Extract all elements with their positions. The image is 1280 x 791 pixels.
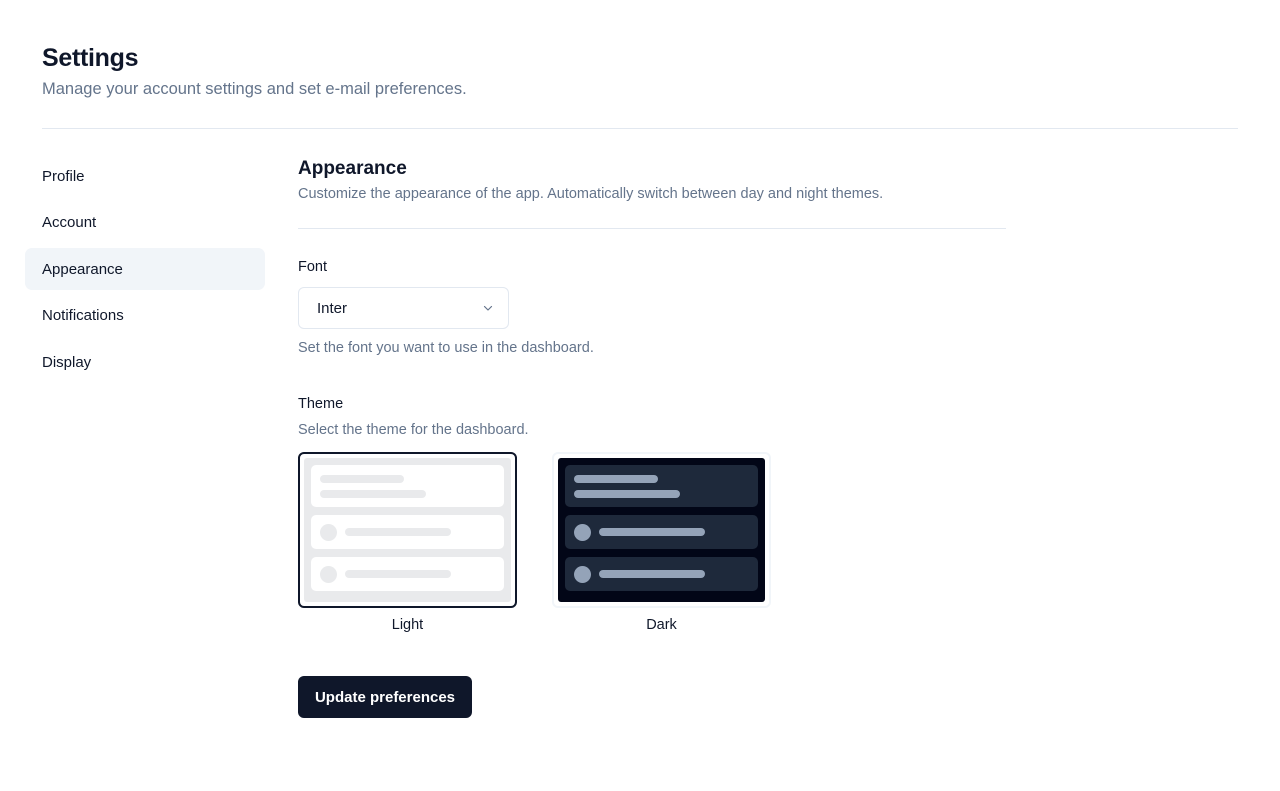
preview-card <box>565 557 758 591</box>
sidebar-item-profile[interactable]: Profile <box>25 155 265 197</box>
light-preview-illustration <box>304 458 511 602</box>
appearance-panel: Appearance Customize the appearance of t… <box>298 158 1006 718</box>
font-select-value: Inter <box>317 299 348 317</box>
preview-card <box>565 515 758 549</box>
theme-help-text: Select the theme for the dashboard. <box>298 422 529 438</box>
theme-option-dark[interactable]: Dark <box>552 452 771 633</box>
theme-option-label: Light <box>391 617 424 633</box>
theme-preview-dark[interactable] <box>552 452 771 608</box>
font-help-text: Set the font you want to use in the dash… <box>298 340 594 356</box>
chevron-down-icon <box>483 305 493 311</box>
sidebar-item-display[interactable]: Display <box>25 341 265 383</box>
section-title: Appearance <box>298 158 407 179</box>
preview-bar <box>599 528 705 536</box>
preview-avatar <box>320 565 337 583</box>
section-description: Customize the appearance of the app. Aut… <box>298 186 884 202</box>
font-select[interactable]: Inter <box>298 287 509 329</box>
preview-bar <box>320 474 404 483</box>
page-subtitle: Manage your account settings and set e-m… <box>42 80 467 98</box>
preview-bar <box>574 489 680 498</box>
preview-card <box>311 515 504 549</box>
preview-avatar <box>574 523 591 541</box>
preview-bar <box>320 489 426 498</box>
preview-bar <box>345 528 451 536</box>
sidebar-item-appearance[interactable]: Appearance <box>25 248 265 290</box>
theme-label: Theme <box>298 396 344 412</box>
theme-option-label: Dark <box>646 617 677 633</box>
header-divider <box>42 128 1238 129</box>
update-preferences-button[interactable]: Update preferences <box>298 676 472 718</box>
theme-preview-light[interactable] <box>298 452 517 608</box>
theme-option-light[interactable]: Light <box>298 452 517 633</box>
preview-avatar <box>574 565 591 583</box>
preview-avatar <box>320 523 337 541</box>
preview-bar <box>599 570 705 578</box>
page-title: Settings <box>42 44 139 72</box>
theme-radio-group: Light Dark <box>298 452 1006 633</box>
preview-card <box>565 465 758 507</box>
sidebar-item-account[interactable]: Account <box>25 202 265 244</box>
settings-sidebar: Profile Account Appearance Notifications… <box>25 155 265 388</box>
sidebar-item-notifications[interactable]: Notifications <box>25 295 265 337</box>
dark-preview-illustration <box>558 458 765 602</box>
section-divider <box>298 228 1006 229</box>
font-label: Font <box>298 259 328 275</box>
preview-card <box>311 465 504 507</box>
preview-bar <box>345 570 451 578</box>
preview-card <box>311 557 504 591</box>
preview-bar <box>574 474 658 483</box>
